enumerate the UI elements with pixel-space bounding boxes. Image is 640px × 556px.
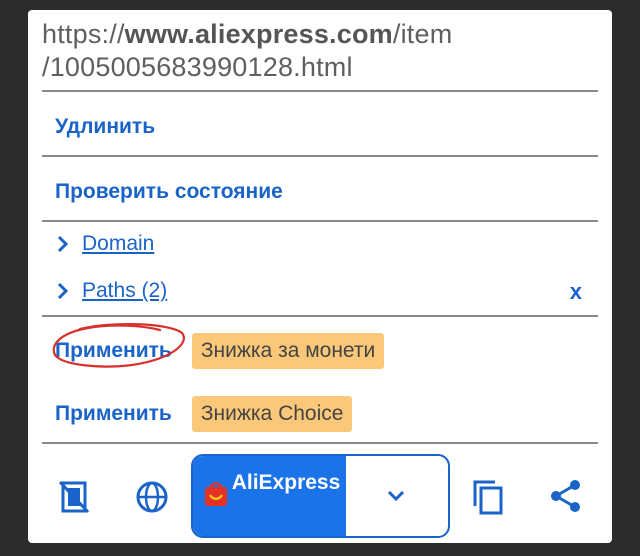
disable-media-icon[interactable] [57, 480, 91, 514]
chevron-right-icon [57, 282, 69, 300]
choice-discount-badge: Знижка Choice [191, 396, 353, 432]
divider [42, 442, 598, 444]
chevron-down-icon[interactable] [385, 485, 407, 507]
apply-coins-button[interactable]: Применить [55, 339, 172, 363]
divider [42, 155, 598, 157]
tree-item-domain[interactable]: Domain [54, 229, 154, 259]
app-launch-area[interactable]: AliExpress [193, 456, 346, 536]
url-path-part1: /item [392, 19, 453, 49]
aliexpress-logo-icon [205, 482, 227, 506]
chevron-right-icon [57, 235, 69, 253]
close-paths-button[interactable]: x [570, 279, 582, 305]
globe-icon[interactable] [134, 479, 170, 515]
check-status-button[interactable]: Проверить состояние [55, 180, 283, 204]
open-in-app-button[interactable]: AliExpress [191, 454, 450, 538]
url-text[interactable]: https://www.aliexpress.com/item /1005005… [42, 18, 602, 84]
paths-link[interactable]: Paths (2) [82, 279, 167, 303]
app-name: AliExpress [231, 471, 341, 494]
coins-discount-badge: Знижка за монети [191, 333, 385, 369]
url-dialog: https://www.aliexpress.com/item /1005005… [28, 10, 612, 543]
url-domain: www.aliexpress.com [124, 19, 393, 49]
url-prefix: https:// [42, 19, 125, 49]
apply-row-choice: Применить Знижка Choice [55, 396, 353, 432]
copy-icon[interactable] [471, 478, 505, 516]
tree-item-paths[interactable]: Paths (2) [54, 276, 167, 306]
apply-row-coins: Применить Знижка за монети [55, 333, 385, 369]
divider [42, 315, 598, 317]
url-path-part2: /1005005683990128.html [42, 52, 353, 82]
lengthen-button[interactable]: Удлинить [55, 115, 155, 139]
divider [42, 220, 598, 222]
share-icon[interactable] [548, 478, 584, 514]
apply-choice-button[interactable]: Применить [55, 402, 172, 426]
domain-link[interactable]: Domain [82, 232, 154, 256]
divider [42, 90, 598, 92]
